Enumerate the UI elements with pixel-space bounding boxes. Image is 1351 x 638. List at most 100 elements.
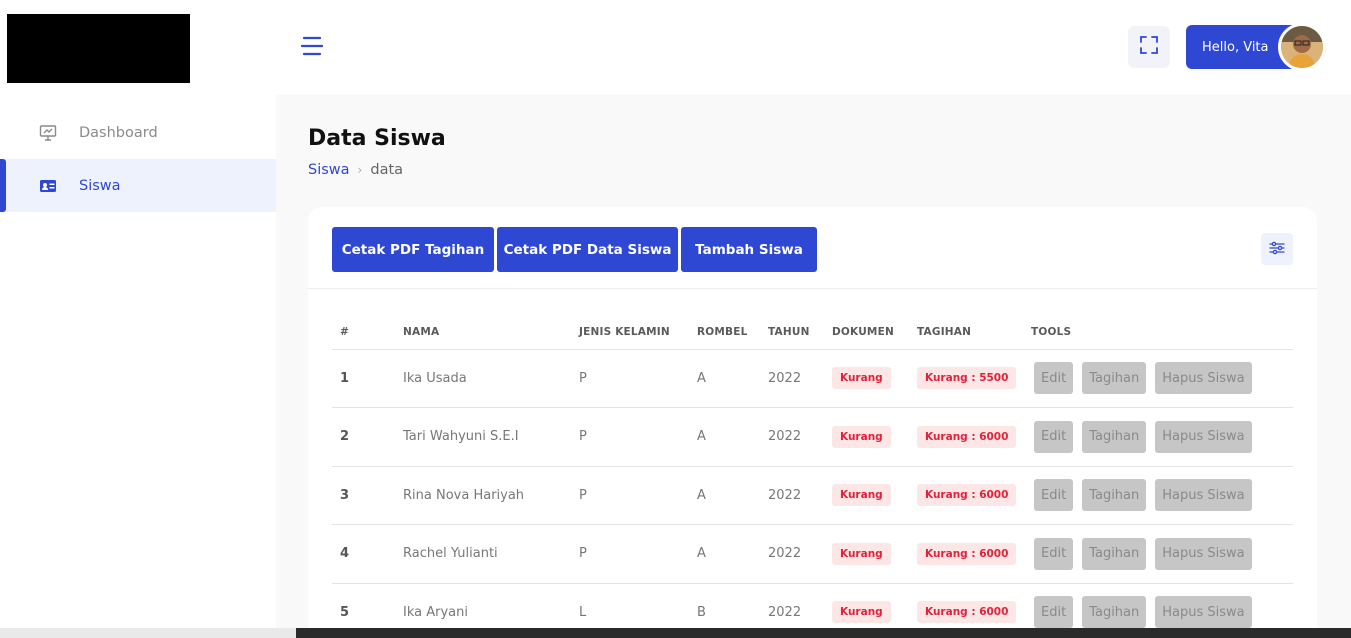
data-card: Cetak PDF Tagihan Cetak PDF Data Siswa T… bbox=[308, 207, 1317, 638]
page-title: Data Siswa bbox=[308, 126, 446, 151]
row-number: 4 bbox=[332, 524, 403, 584]
sidebar-item-siswa[interactable]: Siswa bbox=[0, 159, 276, 212]
edit-button[interactable]: Edit bbox=[1034, 537, 1074, 570]
filter-button[interactable] bbox=[1261, 233, 1293, 265]
scrollbar-thumb[interactable] bbox=[0, 628, 296, 638]
id-card-icon bbox=[38, 176, 58, 196]
column-header[interactable]: DOKUMEN bbox=[832, 315, 917, 350]
sidebar: Dashboard Siswa bbox=[0, 0, 276, 638]
sidebar-item-dashboard[interactable]: Dashboard bbox=[0, 106, 276, 159]
row-tools: Edit Tagihan Hapus Siswa bbox=[1031, 362, 1293, 395]
row-tools: Edit Tagihan Hapus Siswa bbox=[1031, 596, 1293, 629]
breadcrumb-current: data bbox=[370, 162, 404, 178]
row-tools: Edit Tagihan Hapus Siswa bbox=[1031, 420, 1293, 453]
bill-button[interactable]: Tagihan bbox=[1082, 596, 1147, 629]
document-cell: Kurang bbox=[832, 407, 917, 467]
delete-student-button[interactable]: Hapus Siswa bbox=[1155, 420, 1252, 453]
bill-status-badge: Kurang : 6000 bbox=[917, 601, 1017, 624]
column-header[interactable]: ROMBEL bbox=[697, 315, 768, 350]
sidebar-item-label: Siswa bbox=[79, 177, 121, 194]
edit-button[interactable]: Edit bbox=[1034, 362, 1074, 395]
column-header[interactable]: JENIS KELAMIN bbox=[579, 315, 697, 350]
avatar[interactable] bbox=[1278, 23, 1326, 71]
student-name: Rachel Yulianti bbox=[403, 524, 579, 584]
divider bbox=[308, 288, 1317, 289]
delete-student-button[interactable]: Hapus Siswa bbox=[1155, 596, 1252, 629]
top-bar: Hello, Vita bbox=[276, 0, 1351, 95]
study-group: A bbox=[697, 407, 768, 467]
monitor-icon bbox=[38, 123, 58, 143]
tools-cell: Edit Tagihan Hapus Siswa bbox=[1031, 349, 1293, 408]
row-tools: Edit Tagihan Hapus Siswa bbox=[1031, 479, 1293, 512]
column-header[interactable]: TAGIHAN bbox=[917, 315, 1031, 350]
print-bill-pdf-button[interactable]: Cetak PDF Tagihan bbox=[332, 227, 494, 272]
add-student-button[interactable]: Tambah Siswa bbox=[681, 227, 817, 272]
sliders-icon bbox=[1269, 240, 1285, 259]
delete-student-button[interactable]: Hapus Siswa bbox=[1155, 479, 1252, 512]
fullscreen-icon bbox=[1139, 35, 1159, 59]
logo bbox=[7, 14, 190, 83]
year: 2022 bbox=[768, 349, 832, 408]
print-student-pdf-button[interactable]: Cetak PDF Data Siswa bbox=[497, 227, 678, 272]
tools-cell: Edit Tagihan Hapus Siswa bbox=[1031, 524, 1293, 584]
gender: P bbox=[579, 407, 697, 467]
column-header[interactable]: NAMA bbox=[403, 315, 579, 350]
delete-student-button[interactable]: Hapus Siswa bbox=[1155, 537, 1252, 570]
row-number: 1 bbox=[332, 349, 403, 408]
table-header-row: # NAMA JENIS KELAMIN ROMBEL TAHUN DOKUME… bbox=[332, 315, 1293, 350]
bill-button[interactable]: Tagihan bbox=[1082, 420, 1147, 453]
document-status-badge: Kurang bbox=[832, 542, 891, 565]
gender: P bbox=[579, 466, 697, 525]
student-name: Ika Usada bbox=[403, 349, 579, 408]
horizontal-scrollbar[interactable] bbox=[0, 628, 1351, 638]
action-buttons: Cetak PDF Tagihan Cetak PDF Data Siswa T… bbox=[332, 227, 817, 272]
bill-cell: Kurang : 6000 bbox=[917, 407, 1031, 467]
study-group: A bbox=[697, 466, 768, 525]
chevron-right-icon: › bbox=[357, 163, 363, 177]
document-status-badge: Kurang bbox=[832, 367, 891, 390]
document-cell: Kurang bbox=[832, 349, 917, 408]
year: 2022 bbox=[768, 407, 832, 467]
document-status-badge: Kurang bbox=[832, 601, 891, 624]
edit-button[interactable]: Edit bbox=[1034, 479, 1074, 512]
bill-status-badge: Kurang : 6000 bbox=[917, 425, 1017, 448]
bill-button[interactable]: Tagihan bbox=[1082, 362, 1147, 395]
bill-button[interactable]: Tagihan bbox=[1082, 537, 1147, 570]
student-name: Rina Nova Hariyah bbox=[403, 466, 579, 525]
delete-student-button[interactable]: Hapus Siswa bbox=[1155, 362, 1252, 395]
edit-button[interactable]: Edit bbox=[1034, 596, 1074, 629]
year: 2022 bbox=[768, 466, 832, 525]
column-header[interactable]: TAHUN bbox=[768, 315, 832, 350]
document-status-badge: Kurang bbox=[832, 425, 891, 448]
document-cell: Kurang bbox=[832, 466, 917, 525]
study-group: A bbox=[697, 349, 768, 408]
user-greeting: Hello, Vita bbox=[1202, 39, 1269, 55]
document-status-badge: Kurang bbox=[832, 484, 891, 507]
bill-status-badge: Kurang : 5500 bbox=[917, 367, 1017, 390]
bill-button[interactable]: Tagihan bbox=[1082, 479, 1147, 512]
breadcrumb: Siswa › data bbox=[308, 162, 403, 178]
students-table: # NAMA JENIS KELAMIN ROMBEL TAHUN DOKUME… bbox=[332, 315, 1293, 638]
breadcrumb-link-siswa[interactable]: Siswa bbox=[308, 162, 350, 178]
tools-cell: Edit Tagihan Hapus Siswa bbox=[1031, 466, 1293, 525]
column-header: TOOLS bbox=[1031, 315, 1293, 350]
fullscreen-button[interactable] bbox=[1128, 26, 1170, 68]
table-row: 2 Tari Wahyuni S.E.I P A 2022 Kurang Kurang : … bbox=[332, 407, 1293, 467]
sidebar-nav: Dashboard Siswa bbox=[0, 106, 276, 212]
bill-cell: Kurang : 6000 bbox=[917, 466, 1031, 525]
column-header[interactable]: # bbox=[332, 315, 403, 350]
document-cell: Kurang bbox=[832, 524, 917, 584]
table-row: 1 Ika Usada P A 2022 Kurang Kurang : 5500 Edit T… bbox=[332, 349, 1293, 408]
gender: P bbox=[579, 349, 697, 408]
student-name: Tari Wahyuni S.E.I bbox=[403, 407, 579, 467]
table-body: 1 Ika Usada P A 2022 Kurang Kurang : 5500 Edit T… bbox=[332, 349, 1293, 638]
sidebar-item-label: Dashboard bbox=[79, 124, 158, 141]
row-number: 3 bbox=[332, 466, 403, 525]
bill-status-badge: Kurang : 6000 bbox=[917, 542, 1017, 565]
menu-icon[interactable] bbox=[300, 34, 324, 58]
row-tools: Edit Tagihan Hapus Siswa bbox=[1031, 537, 1293, 570]
tools-cell: Edit Tagihan Hapus Siswa bbox=[1031, 407, 1293, 467]
table-row: 3 Rina Nova Hariyah P A 2022 Kurang Kurang : 6… bbox=[332, 466, 1293, 525]
study-group: A bbox=[697, 524, 768, 584]
edit-button[interactable]: Edit bbox=[1034, 420, 1074, 453]
